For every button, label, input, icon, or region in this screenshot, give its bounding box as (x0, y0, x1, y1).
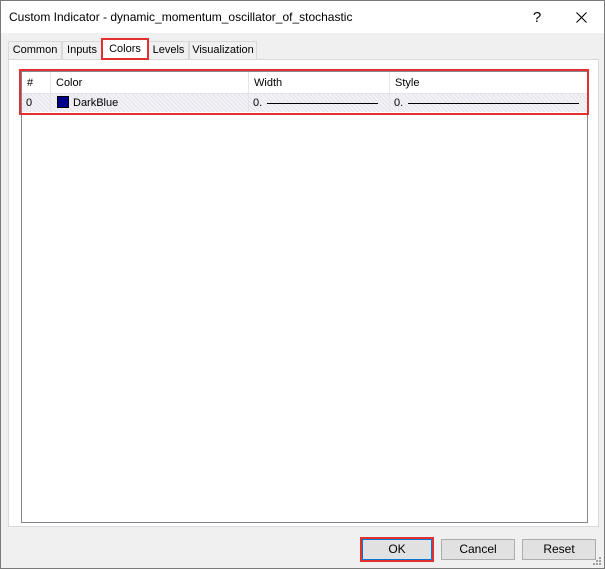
cancel-button[interactable]: Cancel (441, 539, 515, 560)
cancel-button-label: Cancel (459, 542, 497, 556)
help-button[interactable]: ? (515, 1, 559, 33)
column-header-style[interactable]: Style (390, 72, 587, 94)
close-icon (575, 11, 587, 23)
ok-button[interactable]: OK (362, 539, 432, 560)
colors-grid: # Color Width Style 0 DarkBlue 0. 0. (21, 71, 588, 523)
window-title: Custom Indicator - dynamic_momentum_osci… (9, 10, 353, 24)
style-cell[interactable]: 0. (390, 94, 587, 112)
reset-button[interactable]: Reset (522, 539, 596, 560)
color-name: DarkBlue (73, 97, 119, 109)
reset-button-label: Reset (543, 542, 575, 556)
custom-indicator-dialog: Custom Indicator - dynamic_momentum_osci… (0, 0, 605, 569)
tab-colors[interactable]: Colors (102, 39, 148, 60)
column-header-color[interactable]: Color (51, 72, 249, 94)
help-icon: ? (532, 8, 542, 26)
close-button[interactable] (559, 1, 603, 33)
color-cell[interactable]: DarkBlue (51, 94, 249, 112)
tab-inputs-label: Inputs (67, 44, 97, 56)
tab-common-label: Common (12, 44, 58, 56)
tab-levels[interactable]: Levels (148, 41, 189, 59)
tab-visualization-label: Visualization (192, 44, 254, 56)
tab-colors-label: Colors (109, 43, 141, 55)
row-index: 0 (22, 94, 51, 112)
ok-button-label: OK (388, 542, 406, 556)
row-index-value: 0 (26, 97, 33, 109)
width-line-preview (267, 103, 378, 104)
column-header-index[interactable]: # (22, 72, 51, 94)
color-swatch (57, 96, 69, 108)
resize-grip-icon[interactable] (592, 556, 602, 566)
tab-inputs[interactable]: Inputs (62, 41, 102, 59)
table-row[interactable]: 0 DarkBlue 0. 0. (22, 94, 587, 112)
tab-common[interactable]: Common (8, 41, 62, 59)
column-header-width[interactable]: Width (249, 72, 390, 94)
width-value: 0. (253, 97, 263, 109)
tab-visualization[interactable]: Visualization (189, 41, 257, 59)
width-cell[interactable]: 0. (249, 94, 390, 112)
style-line-preview (408, 103, 579, 104)
title-bar: Custom Indicator - dynamic_momentum_osci… (1, 1, 604, 33)
tab-levels-label: Levels (152, 44, 185, 56)
colors-tab-page: # Color Width Style 0 DarkBlue 0. 0. (8, 59, 599, 527)
style-value: 0. (394, 97, 404, 109)
